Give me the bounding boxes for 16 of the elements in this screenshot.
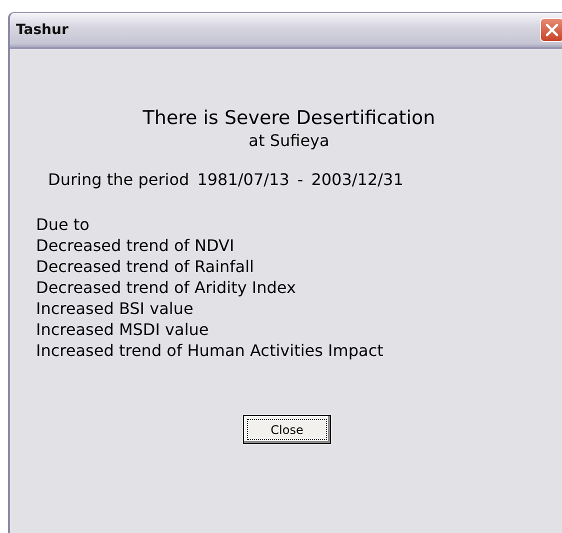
period-label: During the period [48, 170, 190, 189]
date-separator: - [297, 170, 304, 189]
subheading: at Sufieya [248, 131, 330, 150]
reason-text: Due to [36, 214, 90, 235]
window-title: Tashur [16, 22, 68, 38]
reason-text: Increased trend of Human Activities Impact [36, 340, 384, 361]
reason-text: Decreased trend of Aridity Index [36, 277, 297, 298]
end-date: 2003/12/31 [311, 170, 404, 189]
reason-text: Increased BSI value [36, 298, 194, 319]
close-icon[interactable] [540, 18, 562, 42]
reason-text: Decreased trend of NDVI [36, 235, 236, 256]
heading: There is Severe Desertification [142, 107, 436, 129]
reason-text: Decreased trend of Rainfall [36, 256, 255, 277]
reason-text: Increased MSDI value [36, 319, 210, 340]
close-button[interactable]: Close [243, 415, 331, 444]
start-date: 1981/07/13 [197, 170, 290, 189]
